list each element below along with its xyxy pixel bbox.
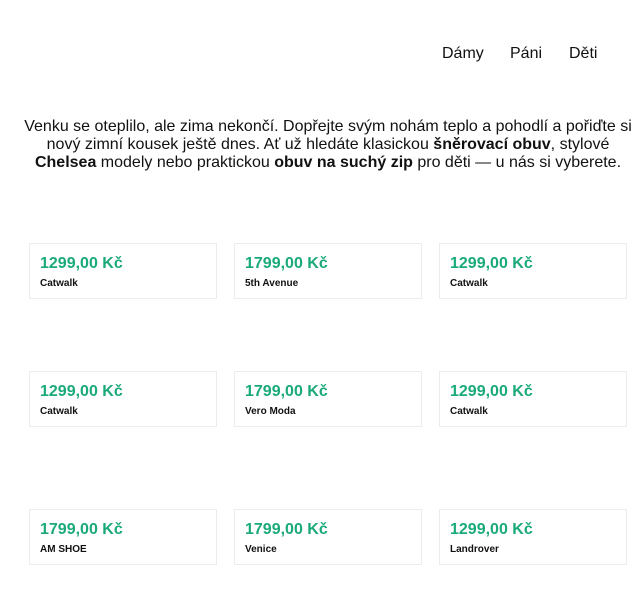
- top-nav: Dámy Páni Děti: [0, 44, 640, 64]
- product-price: 1799,00 Kč: [40, 521, 123, 538]
- product-card[interactable]: 1799,00 Kč 5th Avenue: [234, 243, 422, 299]
- link-snerovaci-obuv[interactable]: šněrovací obuv: [433, 136, 550, 153]
- link-chelsea[interactable]: Chelsea: [35, 154, 96, 171]
- product-brand: Vero Moda: [245, 406, 296, 417]
- product-brand: Catwalk: [450, 406, 488, 417]
- product-price: 1299,00 Kč: [450, 521, 533, 538]
- intro-paragraph: Venku se oteplilo, ale zima nekončí. Dop…: [24, 118, 632, 172]
- product-card[interactable]: 1799,00 Kč AM SHOE: [29, 509, 217, 565]
- product-card[interactable]: 1299,00 Kč Catwalk: [29, 371, 217, 427]
- intro-text: pro děti — u nás si vyberete.: [412, 154, 622, 171]
- product-brand: AM SHOE: [40, 544, 87, 555]
- nav-link-damy[interactable]: Dámy: [442, 44, 484, 64]
- product-price: 1299,00 Kč: [40, 255, 123, 272]
- product-price: 1799,00 Kč: [245, 383, 328, 400]
- link-obuv-na-suchy-zip[interactable]: obuv na suchý zip: [274, 154, 413, 171]
- nav-link-pani[interactable]: Páni: [510, 44, 542, 64]
- product-card[interactable]: 1299,00 Kč Catwalk: [439, 243, 627, 299]
- product-brand: 5th Avenue: [245, 278, 299, 289]
- product-card[interactable]: 1799,00 Kč Vero Moda: [234, 371, 422, 427]
- product-price: 1299,00 Kč: [40, 383, 123, 400]
- product-brand: Catwalk: [40, 406, 78, 417]
- nav-link-deti[interactable]: Děti: [569, 44, 597, 64]
- product-brand: Catwalk: [450, 278, 488, 289]
- product-card[interactable]: 1299,00 Kč Catwalk: [439, 371, 627, 427]
- product-card[interactable]: 1799,00 Kč Venice: [234, 509, 422, 565]
- product-brand: Catwalk: [40, 278, 78, 289]
- intro-text: modely nebo praktickou: [96, 154, 275, 171]
- intro-text: , stylové: [550, 136, 610, 153]
- product-price: 1799,00 Kč: [245, 255, 328, 272]
- product-card[interactable]: 1299,00 Kč Catwalk: [29, 243, 217, 299]
- product-price: 1299,00 Kč: [450, 255, 533, 272]
- product-price: 1799,00 Kč: [245, 521, 328, 538]
- product-brand: Landrover: [450, 544, 499, 555]
- product-brand: Venice: [245, 544, 277, 555]
- product-card[interactable]: 1299,00 Kč Landrover: [439, 509, 627, 565]
- page: Dámy Páni Děti Venku se oteplilo, ale zi…: [0, 0, 640, 600]
- product-price: 1299,00 Kč: [450, 383, 533, 400]
